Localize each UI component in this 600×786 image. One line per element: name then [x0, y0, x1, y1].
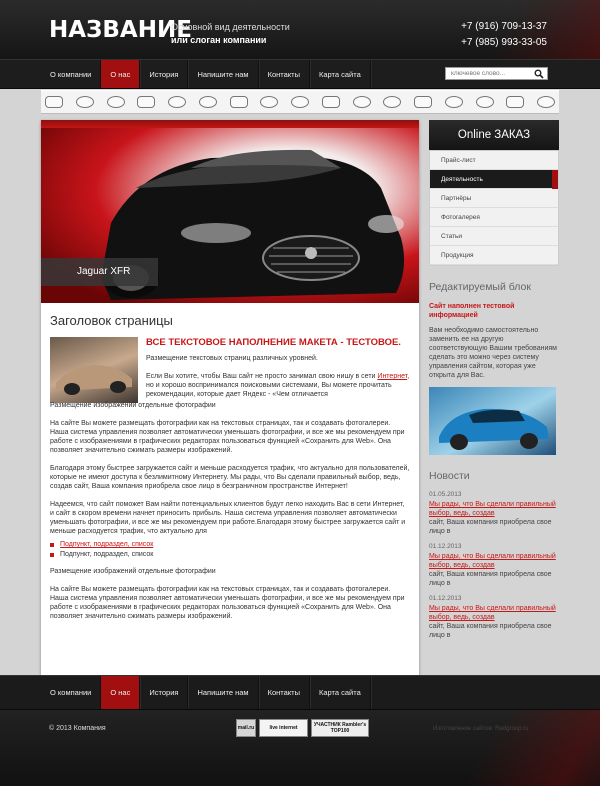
slogan: Основной вид деятельности или слоган ком…	[171, 21, 290, 47]
nav-item[interactable]: История	[140, 676, 189, 709]
side-menu-item[interactable]: Продукция	[430, 246, 558, 265]
counter-rambler[interactable]: УЧАСТНИК Rambler's TOP100	[311, 719, 369, 737]
list-item-link[interactable]: Подпункт, подраздел, список	[50, 540, 410, 550]
paragraph: На сайте Вы можете размещать фотографии …	[50, 420, 405, 454]
phone-1: +7 (916) 709-13-37	[461, 21, 547, 32]
nav-item[interactable]: Напишите нам	[188, 60, 259, 88]
counter-mailru[interactable]: mail.ru	[236, 719, 256, 737]
paragraph: Надеемся, что сайт поможет Вам найти пот…	[50, 501, 406, 535]
search-input[interactable]	[446, 68, 532, 79]
toyota-logo-icon[interactable]	[321, 96, 340, 108]
nav-item[interactable]: Напишите нам	[188, 676, 259, 709]
hero-banner: Jaguar XFR	[41, 128, 419, 303]
citroen-logo-icon[interactable]	[506, 96, 525, 108]
site-header: НАЗВАНИЕ Основной вид деятельности или с…	[0, 0, 600, 60]
phones: +7 (916) 709-13-37 +7 (985) 993-33-05	[461, 19, 547, 51]
news-link[interactable]: Мы рады, что Вы сделали правильный выбор…	[429, 500, 559, 518]
made-by[interactable]: Изготовление сайтов: Redgroup.ru	[433, 726, 528, 732]
news-list: 01.05.2013 Мы рады, что Вы сделали правил…	[429, 491, 559, 640]
paragraph: Размещение изображений отдельные фотогра…	[50, 402, 216, 409]
sidebar: Online ЗАКАЗ Прайс-лист Деятельность Партн…	[429, 120, 559, 646]
page-title: Заголовок страницы	[50, 313, 173, 328]
news-text: сайт, Ваша компания приобрела свое лицо …	[429, 623, 552, 639]
article-body: Размещение изображений отдельные фотогра…	[50, 401, 410, 630]
side-menu-item[interactable]: Фотогалерея	[430, 208, 558, 227]
nav-item[interactable]: Контакты	[259, 60, 310, 88]
news-link[interactable]: Мы рады, что Вы сделали правильный выбор…	[429, 604, 559, 622]
renault-logo-icon[interactable]	[444, 96, 463, 108]
volkswagen-logo-icon[interactable]	[168, 96, 186, 108]
intro-text: Размещение текстовых страниц различных у…	[146, 354, 416, 399]
search-box	[445, 67, 548, 80]
hero-caption: Jaguar XFR	[41, 258, 158, 286]
nav-item[interactable]: О нас	[101, 60, 141, 88]
renault-logo-icon[interactable]	[229, 96, 248, 108]
copyright: © 2013 Компания	[49, 725, 106, 732]
ford-logo-icon[interactable]	[383, 96, 402, 108]
news-item: 01.12.2013 Мы рады, что Вы сделали правил…	[429, 543, 559, 588]
mitsubishi-logo-icon[interactable]	[291, 96, 309, 108]
editable-block-highlight: Сайт наполнен тестовой информацией	[429, 303, 515, 319]
audi-logo-icon[interactable]	[537, 96, 555, 108]
brand-logos-strip	[41, 90, 559, 114]
mercedes-logo-icon[interactable]	[260, 96, 279, 108]
article: Заголовок страницы ВСЕ ТЕКСТОВОЕ НАПОЛНЕ…	[50, 313, 410, 620]
paragraph: На сайте Вы можете размещать фотографии …	[50, 586, 405, 620]
article-thumbnail	[50, 337, 138, 403]
slogan-line-1: Основной вид деятельности	[171, 22, 290, 32]
peugeot-logo-icon[interactable]	[414, 96, 432, 108]
side-car-image	[429, 387, 556, 455]
news-date: 01.05.2013	[429, 491, 462, 498]
news-link[interactable]: Мы рады, что Вы сделали правильный выбор…	[429, 552, 559, 570]
intro-line-1: Размещение текстовых страниц различных у…	[146, 355, 318, 362]
counter-liveinternet[interactable]: live internet	[259, 719, 308, 737]
news-date: 01.12.2013	[429, 595, 462, 602]
paragraph: Благодаря этому быстрее загружается сайт…	[50, 465, 410, 490]
citroen-logo-icon[interactable]	[106, 96, 125, 108]
news-text: сайт, Ваша компания приобрела свое лицо …	[429, 571, 552, 587]
nav-item[interactable]: Карта сайта	[310, 60, 371, 88]
nav-item[interactable]: О нас	[101, 676, 141, 709]
top-nav: О компании О нас История Напишите нам Контак…	[0, 59, 600, 89]
chevrolet-logo-icon[interactable]	[475, 96, 494, 108]
nav-item[interactable]: Контакты	[259, 676, 310, 709]
intro-line-2: Если Вы хотите, чтобы Ваш сайт не просто…	[146, 373, 410, 398]
counters: mail.ru live internet УЧАСТНИК Rambler's…	[236, 719, 369, 737]
toyota-logo-icon[interactable]	[137, 96, 156, 108]
chevrolet-logo-icon[interactable]	[75, 96, 94, 108]
subheading: ВСЕ ТЕКСТОВОЕ НАПОЛНЕНИЕ МАКЕТА - ТЕСТОВ…	[146, 337, 401, 348]
side-menu-item[interactable]: Статьи	[430, 227, 558, 246]
nav-item[interactable]: О компании	[41, 676, 102, 709]
phone-2: +7 (985) 993-33-05	[461, 37, 547, 48]
internet-link[interactable]: Интернет	[377, 373, 407, 380]
bottom-nav: О компании О нас История Напишите нам Контак…	[0, 675, 600, 710]
news-date: 01.12.2013	[429, 543, 462, 550]
list-item: Подпункт, подраздел, список	[50, 550, 410, 560]
volkswagen-logo-icon[interactable]	[352, 96, 371, 108]
online-order-button[interactable]: Online ЗАКАЗ	[429, 120, 559, 150]
honda-logo-icon[interactable]	[198, 96, 217, 108]
news-item: 01.05.2013 Мы рады, что Вы сделали правил…	[429, 491, 559, 536]
nav-item[interactable]: История	[140, 60, 189, 88]
news-item: 01.12.2013 Мы рады, что Вы сделали правил…	[429, 595, 559, 640]
main-content: Jaguar XFR Заголовок страницы ВСЕ ТЕКСТО…	[41, 120, 419, 675]
news-text: сайт, Ваша компания приобрела свое лицо …	[429, 519, 552, 535]
search-icon[interactable]	[534, 69, 544, 79]
nav-item[interactable]: О компании	[41, 60, 102, 88]
bullet-list: Подпункт, подраздел, список Подпункт, по…	[50, 540, 410, 560]
main-top-bar	[41, 120, 419, 128]
side-menu-item[interactable]: Деятельность	[430, 170, 558, 189]
news-title: Новости	[429, 470, 470, 482]
side-menu-item[interactable]: Прайс-лист	[430, 151, 558, 170]
editable-block-title: Редактируемый блок	[429, 281, 531, 293]
audi-logo-icon[interactable]	[45, 96, 63, 108]
paragraph: Размещение изображений отдельные фотогра…	[50, 568, 216, 575]
slogan-line-2: или слоган компании	[171, 35, 267, 45]
nav-item[interactable]: Карта сайта	[310, 676, 371, 709]
editable-block-text: Вам необходимо самостоятельно заменить е…	[429, 327, 557, 379]
side-menu-item[interactable]: Партнёры	[430, 189, 558, 208]
site-footer: © 2013 Компания mail.ru live internet УЧ…	[0, 710, 600, 786]
side-menu: Прайс-лист Деятельность Партнёры Фотогалере…	[429, 150, 559, 266]
